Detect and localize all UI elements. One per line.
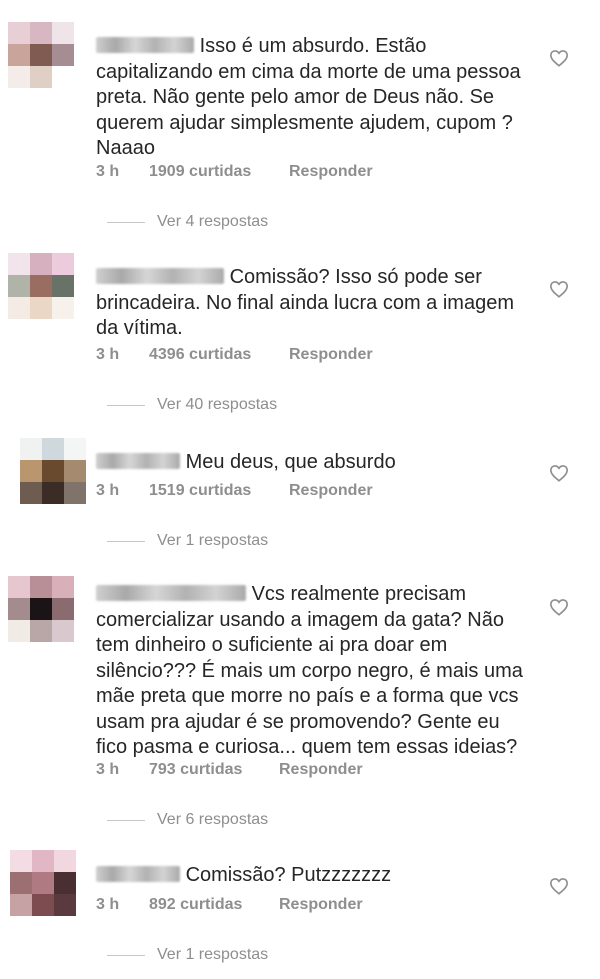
reply-button[interactable]: Responder	[289, 346, 373, 364]
view-replies-link[interactable]: Ver 1 respostas	[157, 532, 268, 549]
reply-button[interactable]: Responder	[279, 896, 363, 914]
heart-icon[interactable]	[549, 877, 569, 895]
likes-count[interactable]: 793 curtidas	[149, 761, 242, 779]
reply-button[interactable]: Responder	[279, 761, 363, 779]
replies-divider	[107, 819, 145, 821]
comment-text-block: Isso é um absurdo. Estão capitalizando e…	[96, 34, 536, 162]
view-replies-link[interactable]: Ver 4 respostas	[157, 213, 268, 230]
comment-text-block: Vcs realmente precisam comercializar usa…	[96, 582, 536, 761]
likes-count[interactable]: 1519 curtidas	[149, 482, 251, 500]
likes-count[interactable]: 4396 curtidas	[149, 346, 251, 364]
reply-button[interactable]: Responder	[289, 163, 373, 181]
username-blurred[interactable]	[96, 268, 224, 284]
comment-text: Vcs realmente precisam comercializar usa…	[96, 583, 523, 758]
avatar[interactable]	[8, 22, 74, 88]
timestamp: 3 h	[96, 896, 120, 913]
avatar[interactable]	[20, 438, 86, 504]
comment-text: Meu deus, que absurdo	[185, 451, 396, 473]
username-blurred[interactable]	[96, 37, 194, 53]
username-blurred[interactable]	[96, 866, 180, 882]
avatar[interactable]	[8, 576, 74, 642]
reply-button[interactable]: Responder	[289, 482, 373, 500]
likes-count[interactable]: 892 curtidas	[149, 896, 242, 914]
view-replies-link[interactable]: Ver 6 respostas	[157, 811, 268, 828]
replies-divider	[107, 221, 145, 223]
likes-count[interactable]: 1909 curtidas	[149, 163, 251, 181]
view-replies-link[interactable]: Ver 40 respostas	[157, 396, 277, 413]
timestamp: 3 h	[96, 346, 120, 363]
comment-text-block: Meu deus, que absurdo	[96, 450, 536, 476]
avatar[interactable]	[10, 850, 76, 916]
replies-divider	[107, 540, 145, 542]
timestamp: 3 h	[96, 761, 120, 778]
view-replies[interactable]: Ver 1 respostas	[107, 946, 268, 964]
heart-icon[interactable]	[549, 464, 569, 482]
comment-text-block: Comissão? Putzzzzzzz	[96, 863, 536, 889]
replies-divider	[107, 954, 145, 956]
timestamp: 3 h	[96, 482, 120, 499]
username-blurred[interactable]	[96, 453, 180, 469]
avatar[interactable]	[8, 253, 74, 319]
view-replies[interactable]: Ver 1 respostas	[107, 532, 268, 550]
timestamp: 3 h	[96, 163, 120, 180]
replies-divider	[107, 404, 145, 406]
comment-text: Comissão? Putzzzzzzz	[185, 864, 392, 886]
username-blurred[interactable]	[96, 585, 246, 601]
comment-text-block: Comissão? Isso só pode ser brincadeira. …	[96, 265, 536, 342]
view-replies[interactable]: Ver 40 respostas	[107, 396, 277, 414]
view-replies-link[interactable]: Ver 1 respostas	[157, 946, 268, 963]
view-replies[interactable]: Ver 4 respostas	[107, 213, 268, 231]
comments-screen: { "comments": [ { "text": "Isso é um abs…	[0, 0, 600, 979]
heart-icon[interactable]	[549, 49, 569, 67]
heart-icon[interactable]	[549, 598, 569, 616]
heart-icon[interactable]	[549, 280, 569, 298]
comment-text: Isso é um absurdo. Estão capitalizando e…	[96, 35, 521, 159]
view-replies[interactable]: Ver 6 respostas	[107, 811, 268, 829]
